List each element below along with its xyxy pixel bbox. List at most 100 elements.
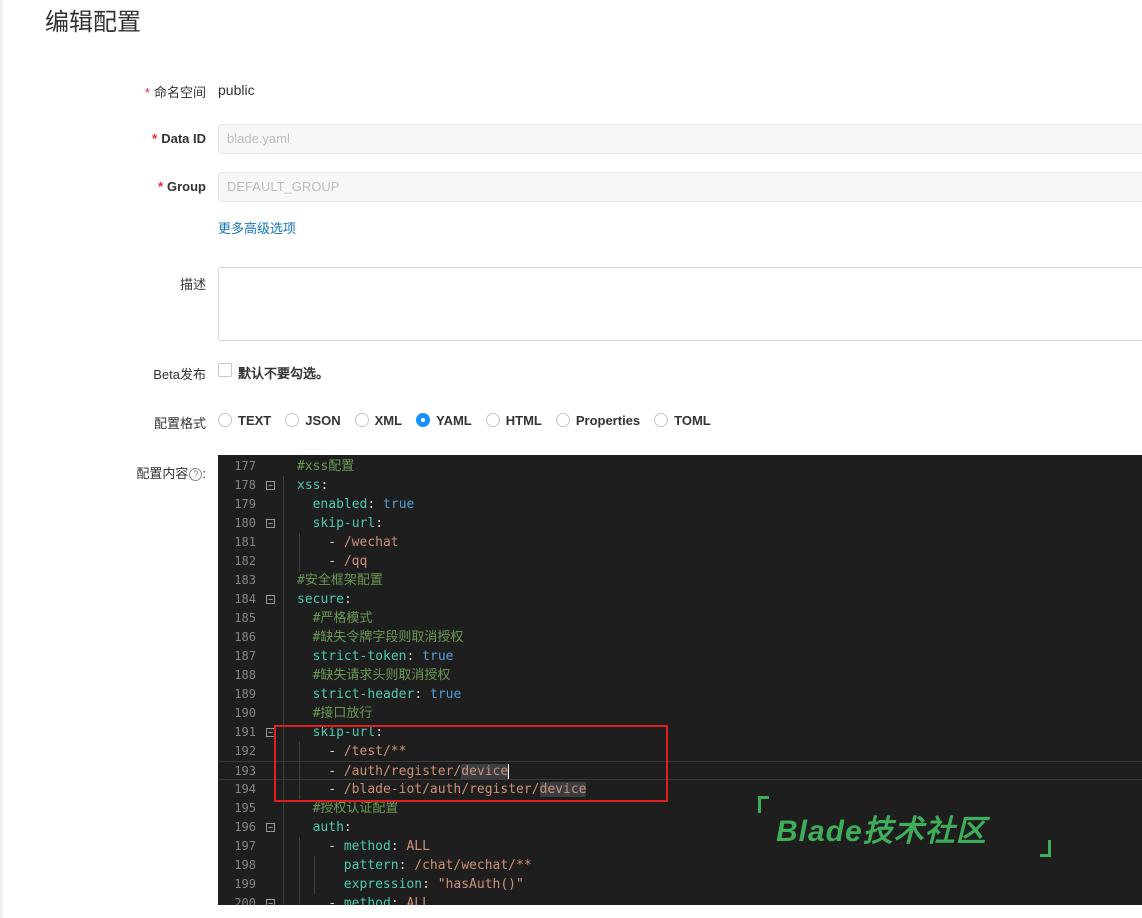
code-comment: #xss配置 xyxy=(297,459,355,474)
radio-label: JSON xyxy=(305,412,341,428)
format-option-toml[interactable]: TOML xyxy=(654,413,711,428)
fold-toggle-icon[interactable]: − xyxy=(266,519,275,528)
format-option-yaml[interactable]: YAML xyxy=(416,413,472,428)
line-number: 181 xyxy=(234,535,256,549)
code-key: enabled xyxy=(312,497,368,512)
radio-button[interactable] xyxy=(555,413,570,427)
radio-button[interactable] xyxy=(654,413,669,427)
line-number: 196 xyxy=(234,820,256,834)
code-line[interactable]: 200 − - method: ALL xyxy=(218,894,1142,905)
data-id-label: * Data ID xyxy=(152,131,206,146)
radio-label: TOML xyxy=(674,412,711,428)
fold-toggle-icon[interactable]: − xyxy=(266,595,275,604)
code-content: strict-token: true xyxy=(312,649,454,664)
code-content: - /qq xyxy=(328,554,368,569)
format-option-xml[interactable]: XML xyxy=(354,412,403,428)
code-content: secure: xyxy=(297,592,352,607)
format-radio-group: TEXT JSON XML YAML HTML Properties TOML xyxy=(218,411,725,429)
more-options-link[interactable]: 更多高级选项 xyxy=(218,218,296,237)
radio-label: YAML xyxy=(436,412,472,428)
line-number: 182 xyxy=(234,554,256,568)
code-content: #严格模式 xyxy=(313,609,373,628)
beta-checkbox[interactable] xyxy=(218,363,232,377)
code-line[interactable]: 188 #缺失请求头则取消授权 xyxy=(218,666,1142,685)
code-line[interactable]: 177 #xss配置 xyxy=(218,457,1142,476)
code-key: skip-url xyxy=(312,516,376,531)
line-number: 185 xyxy=(234,611,256,625)
radio-label: XML xyxy=(374,412,403,428)
code-value: ALL xyxy=(406,839,430,854)
code-line[interactable]: 190 #接口放行 xyxy=(218,704,1142,723)
code-comment: #接口放行 xyxy=(312,706,373,721)
code-line[interactable]: 189 strict-header: true xyxy=(218,685,1142,704)
namespace-label: * 命名空间 xyxy=(144,85,206,100)
radio-button[interactable] xyxy=(485,413,500,427)
help-icon[interactable]: ? xyxy=(189,468,203,482)
group-input[interactable]: DEFAULT_GROUP xyxy=(218,172,1142,202)
code-line[interactable]: 178 − xss: xyxy=(218,476,1142,495)
code-content: enabled: true xyxy=(312,497,415,512)
line-number: 187 xyxy=(234,649,256,663)
code-content: auth: xyxy=(312,820,352,835)
code-content: pattern: /chat/wechat/** xyxy=(343,858,532,873)
code-line[interactable]: 182 - /qq xyxy=(218,552,1142,571)
format-option-properties[interactable]: Properties xyxy=(555,413,640,428)
left-border xyxy=(0,0,3,918)
line-number: 194 xyxy=(234,782,256,796)
radio-button[interactable] xyxy=(218,413,232,427)
description-textarea[interactable] xyxy=(218,267,1142,341)
code-key: secure xyxy=(297,592,344,607)
code-content: - /wechat xyxy=(328,535,399,550)
code-key: pattern xyxy=(343,858,399,873)
code-key: expression xyxy=(343,877,423,892)
radio-button[interactable] xyxy=(416,413,431,427)
code-line[interactable]: 199 expression: "hasAuth()" xyxy=(218,875,1142,894)
code-line[interactable]: 187 strict-token: true xyxy=(218,647,1142,666)
code-comment: #授权认证配置 xyxy=(312,801,399,816)
line-number: 199 xyxy=(234,877,256,891)
fold-toggle-icon[interactable]: − xyxy=(266,481,275,490)
code-value: true xyxy=(383,497,415,512)
data-id-input[interactable]: blade.yaml xyxy=(218,124,1142,154)
code-key: strict-header xyxy=(312,687,415,702)
code-comment: #缺失令牌字段则取消授权 xyxy=(312,630,464,645)
code-key: method xyxy=(343,839,391,854)
radio-label: TEXT xyxy=(238,412,272,428)
code-line[interactable]: 185 #严格模式 xyxy=(218,609,1142,628)
code-content: - method: ALL xyxy=(328,894,430,905)
code-content: #缺失令牌字段则取消授权 xyxy=(313,628,464,647)
line-number: 197 xyxy=(234,839,256,853)
line-number: 200 xyxy=(234,896,256,905)
code-content: xss: xyxy=(297,478,329,493)
code-line[interactable]: 186 #缺失令牌字段则取消授权 xyxy=(218,628,1142,647)
format-option-json[interactable]: JSON xyxy=(285,412,341,428)
radio-button[interactable] xyxy=(354,413,369,427)
code-content: #xss配置 xyxy=(297,457,354,476)
code-line[interactable]: 180 − skip-url: xyxy=(218,514,1142,533)
code-line[interactable]: 179 enabled: true xyxy=(218,495,1142,514)
format-label: 配置格式 xyxy=(153,416,206,431)
fold-toggle-icon[interactable]: − xyxy=(266,899,275,905)
line-number: 178 xyxy=(234,478,256,492)
required-mark: * xyxy=(144,85,150,100)
fold-toggle-icon[interactable]: − xyxy=(266,823,275,832)
code-list-item: /wechat xyxy=(343,535,399,550)
code-content: - method: ALL xyxy=(328,839,430,854)
code-line[interactable]: 183 #安全框架配置 xyxy=(218,571,1142,590)
watermark-bracket-right xyxy=(1040,840,1051,857)
line-number: 180 xyxy=(234,516,256,530)
format-option-text[interactable]: TEXT xyxy=(218,413,271,428)
radio-label: HTML xyxy=(505,412,542,428)
watermark: Blade技术社区 xyxy=(758,796,1058,858)
code-line[interactable]: 181 - /wechat xyxy=(218,533,1142,552)
line-number: 177 xyxy=(234,459,256,473)
code-line[interactable]: 184 − secure: xyxy=(218,590,1142,609)
page-title: 编辑配置 xyxy=(45,9,141,36)
code-value: /chat/wechat/** xyxy=(414,858,532,873)
radio-button[interactable] xyxy=(285,413,300,427)
format-option-html[interactable]: HTML xyxy=(485,412,542,428)
code-content: #接口放行 xyxy=(313,704,373,723)
line-number: 198 xyxy=(234,858,256,872)
line-number: 193 xyxy=(234,764,256,778)
code-line[interactable]: 198 pattern: /chat/wechat/** xyxy=(218,856,1142,875)
